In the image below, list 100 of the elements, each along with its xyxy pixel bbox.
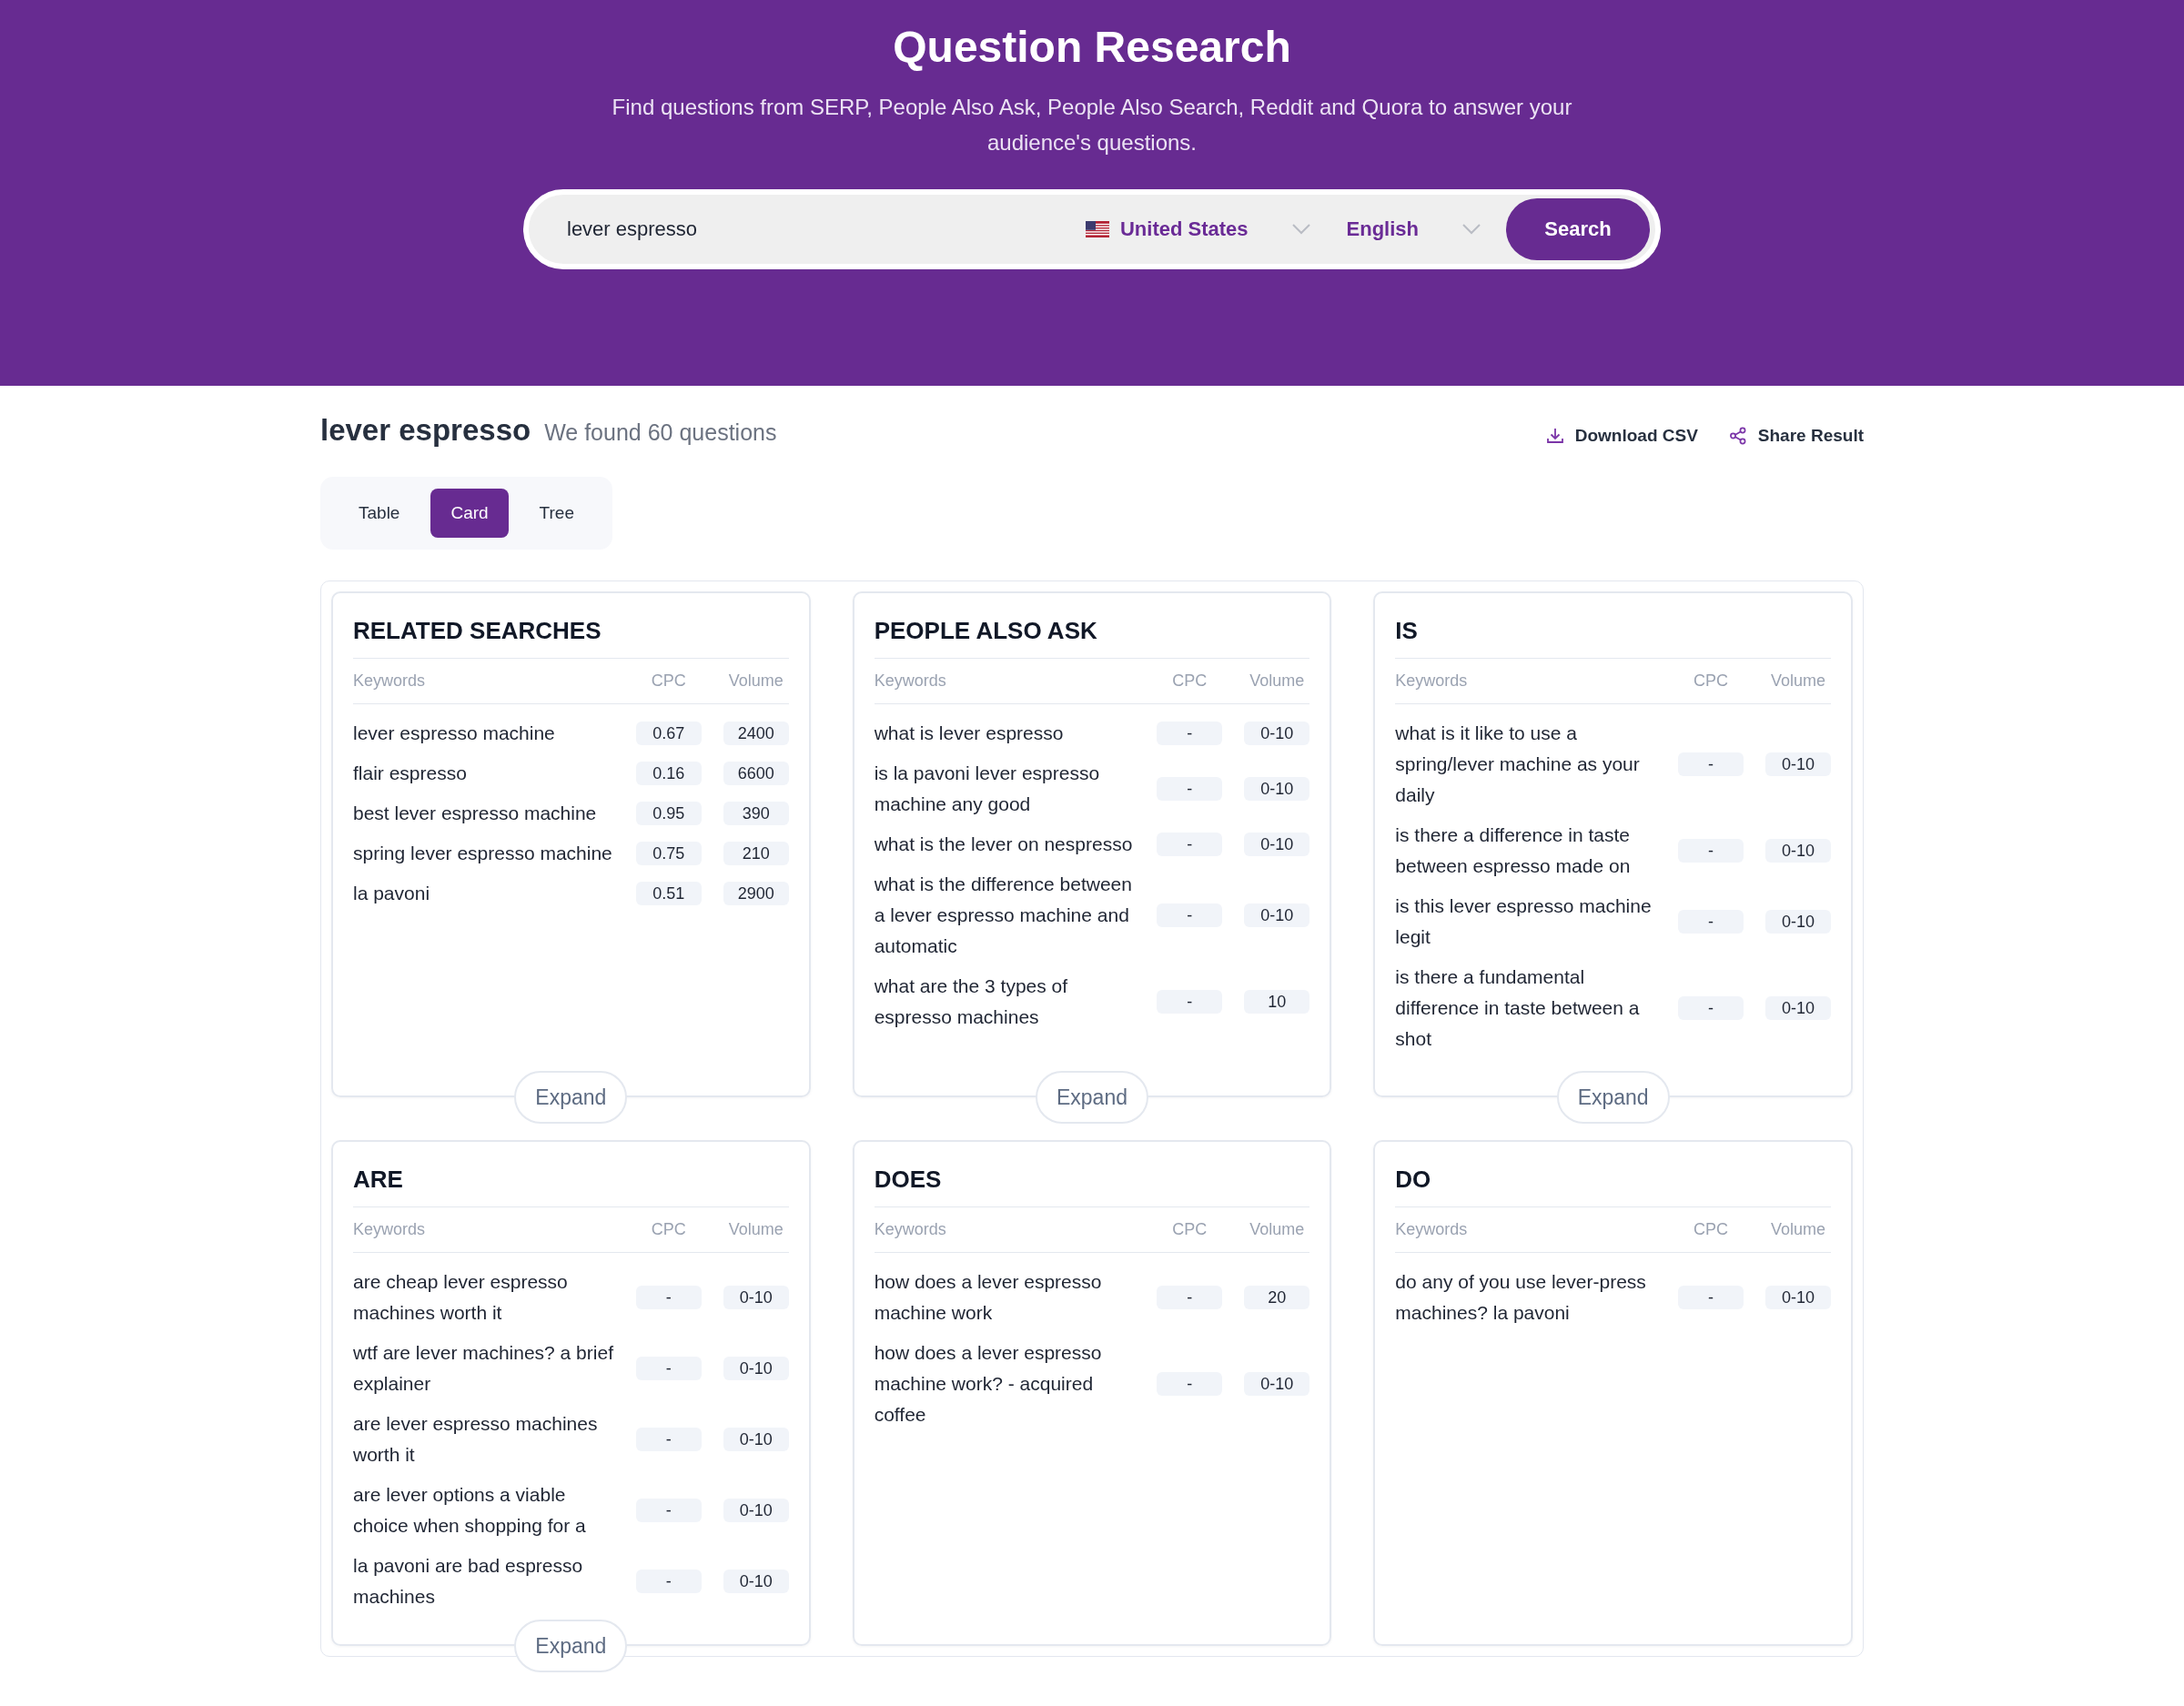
download-link[interactable]: Download CSV: [1545, 426, 1698, 446]
column-header: Keywords: [874, 1220, 947, 1239]
cpc-cell: -: [635, 1570, 702, 1593]
volume-cell: 0-10: [1765, 1286, 1831, 1309]
cpc-cell: -: [635, 1357, 702, 1380]
cpc-cell: 0.75: [635, 842, 702, 865]
cpc-cell: 0.16: [635, 762, 702, 785]
search-field[interactable]: lever espresso: [565, 217, 1086, 242]
keyword-cell-text: wtf are lever machines? a brief explainer: [353, 1341, 614, 1396]
flag-icon: [1085, 221, 1109, 237]
cpc-cell: 0.95: [635, 802, 702, 825]
volume-cell: 2900: [723, 882, 789, 905]
column-header: Volume: [1249, 1220, 1306, 1239]
keyword-cell-text: la pavoni are bad espresso machines: [353, 1554, 584, 1609]
card-title: DO: [1395, 1166, 1831, 1207]
country-select[interactable]: United States: [1085, 217, 1310, 241]
volume-cell: 0-10: [723, 1286, 789, 1309]
keyword-cell-text: spring lever espresso machine: [353, 842, 613, 865]
column-header: CPC: [650, 1220, 687, 1239]
view-tab[interactable]: Table: [339, 489, 420, 538]
cpc-cell: -: [1157, 722, 1223, 745]
keyword-cell-text: what is the difference between a lever espresso machine and automatic: [874, 873, 1133, 958]
cpc-cell: -: [1157, 1372, 1223, 1396]
cpc-cell: -: [1678, 1286, 1744, 1309]
column-header: CPC: [650, 671, 687, 691]
view-tab[interactable]: Tree: [519, 489, 594, 538]
volume-cell: 0-10: [1244, 777, 1310, 801]
card-title: RELATED SEARCHES: [353, 617, 789, 659]
cpc-cell: -: [1157, 903, 1223, 927]
cpc-cell: -: [635, 1499, 702, 1522]
expand-button[interactable]: Expand: [1036, 1071, 1148, 1124]
keyword-cell-text: what are the 3 types of espresso machines: [874, 974, 1069, 1029]
volume-cell: 0-10: [723, 1428, 789, 1451]
column-header: Keywords: [874, 671, 947, 691]
keyword-cell-text: are lever options a viable choice when shopping for a: [353, 1483, 587, 1538]
cpc-cell: 0.51: [635, 882, 702, 905]
volume-cell: 0-10: [1765, 839, 1831, 863]
download-icon: [1545, 427, 1564, 445]
volume-cell: 0-10: [1244, 722, 1310, 745]
share-icon: [1728, 427, 1747, 445]
cpc-cell: -: [1157, 833, 1223, 856]
keyword-cell-text: are lever espresso machines worth it: [353, 1412, 599, 1467]
column-header: Volume: [1769, 671, 1826, 691]
volume-cell: 0-10: [723, 1570, 789, 1593]
keyword-cell-text: is this lever espresso machine legit: [1395, 894, 1653, 949]
column-header: Volume: [1769, 1220, 1826, 1239]
volume-cell: 0-10: [1765, 910, 1831, 934]
volume-cell: 390: [723, 802, 789, 825]
chevron-down-icon: [1462, 224, 1481, 235]
volume-cell: 0-10: [1244, 1372, 1310, 1396]
keyword-cell-text: what is it like to use a spring/lever machine as your daily: [1395, 722, 1641, 807]
keyword-cell-text: lever espresso machine: [353, 722, 556, 745]
search-button[interactable]: Search: [1506, 198, 1650, 260]
cpc-cell: -: [635, 1286, 702, 1309]
cpc-cell: -: [1157, 990, 1223, 1014]
volume-cell: 10: [1244, 990, 1310, 1014]
volume-cell: 20: [1244, 1286, 1310, 1309]
column-header: CPC: [1693, 1220, 1729, 1239]
column-header: CPC: [1693, 671, 1729, 691]
column-header: Volume: [727, 671, 784, 691]
keyword-cell-text: is there a fundamental difference in taste between a shot: [1395, 965, 1641, 1051]
column-header: Keywords: [1395, 671, 1469, 691]
volume-cell: 0-10: [1765, 996, 1831, 1020]
keyword-cell-text: flair espresso: [353, 762, 468, 785]
expand-button[interactable]: Expand: [1556, 1071, 1670, 1124]
cpc-cell: 0.67: [635, 722, 702, 745]
chevron-down-icon: [1291, 224, 1310, 235]
page-subtitle: Find questions from SERP, People Also Ask, People Also Search, Reddit and Quora to answer your audience's questions.: [611, 94, 1573, 156]
column-header: Keywords: [353, 1220, 427, 1239]
column-header: Keywords: [353, 671, 427, 691]
view-tab[interactable]: Card: [430, 489, 509, 538]
keyword-cell-text: is there a difference in taste between espresso made on: [1395, 823, 1632, 878]
cpc-cell: -: [1678, 752, 1744, 776]
volume-cell: 6600: [723, 762, 789, 785]
column-header: Volume: [1249, 671, 1306, 691]
column-header: Keywords: [1395, 1220, 1469, 1239]
volume-cell: 0-10: [1765, 752, 1831, 776]
cpc-cell: -: [635, 1428, 702, 1451]
keyword-cell-text: what is the lever on nespresso: [874, 833, 1134, 856]
cpc-cell: -: [1157, 777, 1223, 801]
share-link[interactable]: Share Result: [1728, 426, 1864, 446]
keyword-cell-text: how does a lever espresso machine work? - acquired coffee: [874, 1341, 1103, 1427]
keyword-cell-text: la pavoni: [353, 882, 431, 905]
volume-cell: 0-10: [1244, 903, 1310, 927]
keyword-cell-text: is la pavoni lever espresso machine any good: [874, 762, 1101, 816]
results-query: lever espresso: [320, 413, 531, 448]
keyword-cell-text: do any of you use lever-press machines? la pavoni: [1395, 1270, 1647, 1325]
results-summary: We found 60 questions: [544, 419, 777, 446]
expand-button[interactable]: Expand: [514, 1620, 628, 1672]
expand-button[interactable]: Expand: [514, 1071, 628, 1124]
volume-cell: 0-10: [1244, 833, 1310, 856]
cpc-cell: -: [1678, 910, 1744, 934]
cpc-cell: -: [1157, 1286, 1223, 1309]
volume-cell: 2400: [723, 722, 789, 745]
volume-cell: 210: [723, 842, 789, 865]
card-title: DOES: [874, 1166, 1310, 1207]
cpc-cell: -: [1678, 839, 1744, 863]
keyword-cell-text: best lever espresso machine: [353, 802, 598, 825]
column-header: CPC: [1171, 1220, 1208, 1239]
language-select[interactable]: English: [1346, 217, 1481, 241]
